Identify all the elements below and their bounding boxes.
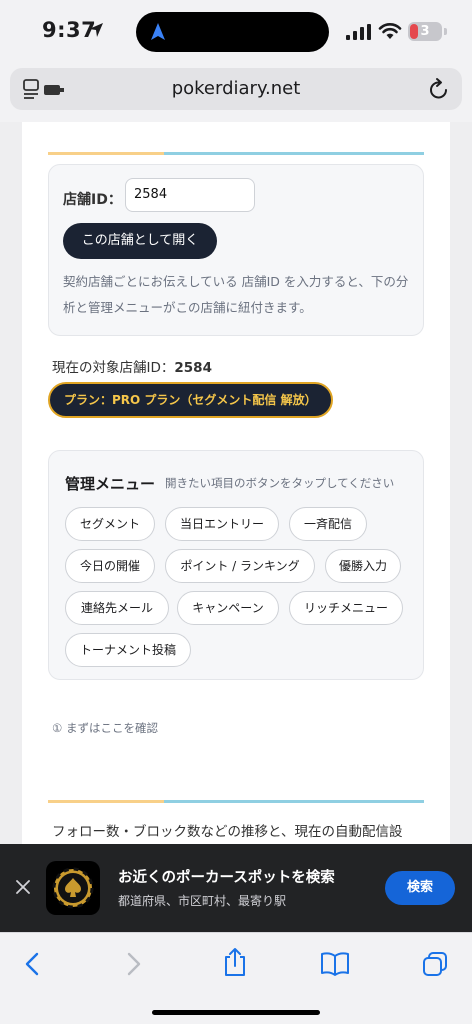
admin-menu-subtitle: 開きたい項目のボタンをタップしてください: [165, 476, 395, 490]
forward-icon[interactable]: [124, 951, 144, 977]
menu-contact-email-button[interactable]: 連絡先メール: [65, 591, 169, 625]
cellular-signal-icon: [346, 24, 371, 40]
reload-icon[interactable]: [428, 77, 450, 101]
share-icon[interactable]: [222, 947, 248, 977]
menu-tournament-post-button[interactable]: トーナメント投稿: [65, 633, 191, 667]
app-icon[interactable]: [46, 861, 100, 915]
navigation-arrow-icon: [151, 23, 165, 40]
home-indicator: [152, 1010, 320, 1015]
battery-cap: [444, 28, 447, 35]
current-store-line: 現在の対象店舗ID：2584: [52, 356, 212, 376]
app-banner: お近くのポーカースポットを検索 都道府県、市区町村、最寄り駅 検索: [0, 844, 472, 932]
banner-title: お近くのポーカースポットを検索: [118, 870, 335, 886]
page-content: 店舗ID： 2584 この店舗として開く 契約店舗ごとにお伝えしている 店舗ID…: [0, 122, 472, 844]
plan-badge: プラン：PRO プラン（セグメント配信 解放）: [48, 382, 333, 418]
back-icon[interactable]: [22, 951, 42, 977]
menu-campaign-button[interactable]: キャンペーン: [177, 591, 279, 625]
banner-search-button[interactable]: 検索: [385, 871, 455, 905]
banner-subtitle: 都道府県、市区町村、最寄り駅: [118, 894, 287, 908]
current-store-label: 現在の対象店舗ID：: [52, 360, 175, 376]
menu-points-ranking-button[interactable]: ポイント / ランキング: [165, 549, 315, 583]
store-id-input[interactable]: 2584: [125, 178, 255, 212]
menu-winner-input-button[interactable]: 優勝入力: [325, 549, 401, 583]
wifi-icon: [378, 23, 402, 39]
admin-menu-title: 管理メニュー: [65, 475, 156, 493]
current-store-value: 2584: [174, 360, 212, 376]
menu-broadcast-button[interactable]: 一斉配信: [289, 507, 367, 541]
location-arrow-icon: [89, 23, 103, 37]
bookmarks-icon[interactable]: [320, 951, 350, 977]
section-divider: [48, 152, 424, 155]
url-text[interactable]: pokerdiary.net: [10, 78, 462, 99]
tabs-icon[interactable]: [422, 951, 448, 977]
store-id-help-text: 契約店舗ごとにお伝えしている 店舗ID を入力すると、下の分析と管理メニューがこ…: [63, 274, 409, 315]
menu-today-entry-button[interactable]: 当日エントリー: [165, 507, 279, 541]
menu-segment-button[interactable]: セグメント: [65, 507, 155, 541]
section-divider: [48, 800, 424, 803]
status-bar: 9:37 3: [0, 0, 472, 62]
store-id-panel: 店舗ID： 2584 この店舗として開く 契約店舗ごとにお伝えしている 店舗ID…: [48, 164, 424, 336]
menu-today-event-button[interactable]: 今日の開催: [65, 549, 155, 583]
close-icon[interactable]: [16, 880, 30, 894]
menu-rich-menu-button[interactable]: リッチメニュー: [289, 591, 403, 625]
battery-percent: 3: [420, 24, 430, 39]
confirm-note: ① まずはここを確認: [52, 721, 158, 735]
admin-menu-panel: 管理メニュー 開きたい項目のボタンをタップしてください セグメント 当日エントリ…: [48, 450, 424, 680]
battery-icon: 3: [408, 22, 442, 41]
follow-stats-text: フォロー数・ブロック数などの推移と、現在の自動配信設: [52, 824, 403, 840]
open-store-button[interactable]: この店舗として開く: [63, 223, 217, 259]
address-bar[interactable]: pokerdiary.net: [10, 68, 462, 110]
poker-chip-icon: [52, 867, 94, 909]
store-id-label: 店舗ID：: [63, 192, 122, 208]
page-card: 店舗ID： 2584 この店舗として開く 契約店舗ごとにお伝えしている 店舗ID…: [22, 122, 450, 844]
